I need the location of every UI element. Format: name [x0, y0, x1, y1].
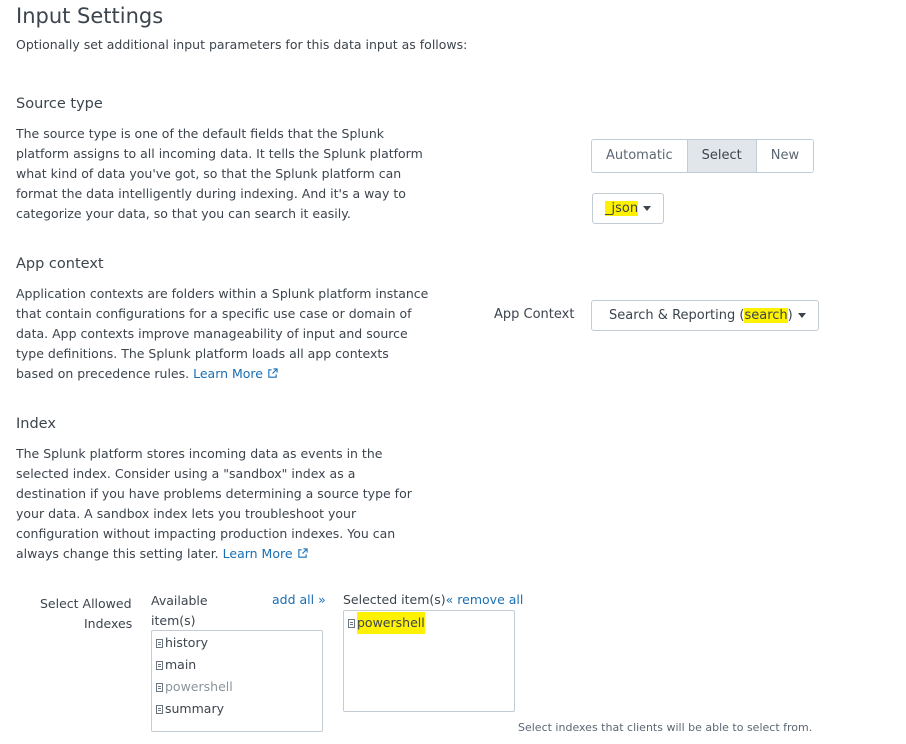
app-context-line: Application contexts are folders within …: [16, 286, 429, 301]
caret-down-icon: [643, 206, 652, 211]
page-title: Input Settings: [16, 4, 164, 28]
document-icon: [348, 618, 355, 628]
add-all-link[interactable]: add all »: [272, 592, 326, 607]
source-type-mode-toggle: Automatic Select New: [591, 139, 815, 173]
list-item-label: main: [165, 657, 197, 672]
learn-more-label: Learn More: [193, 366, 263, 381]
list-item[interactable]: main: [152, 654, 322, 676]
index-line: destination if you have problems determi…: [16, 486, 412, 501]
app-context-line: based on precedence rules.: [16, 366, 190, 381]
source-type-line: platform assigns to all incoming data. I…: [16, 146, 423, 161]
available-items-list[interactable]: history main powershell summary: [151, 630, 323, 732]
app-context-dropdown[interactable]: Search & Reporting (search): [591, 300, 819, 331]
app-context-description: Application contexts are folders within …: [16, 284, 428, 384]
selected-items-header: Selected item(s)« remove all: [343, 592, 523, 607]
source-type-line: The source type is one of the default fi…: [16, 126, 384, 141]
source-type-value: _json: [605, 201, 639, 216]
app-context-line: data. App contexts improve manageability…: [16, 326, 408, 341]
select-button[interactable]: Select: [687, 140, 757, 172]
app-context-heading: App context: [16, 256, 104, 272]
available-header-line: Available: [151, 593, 208, 608]
document-icon: [156, 704, 163, 714]
app-context-label: App Context: [494, 307, 575, 322]
list-item[interactable]: powershell: [152, 676, 322, 698]
list-item-label: powershell: [357, 612, 425, 634]
app-context-learn-more-link[interactable]: Learn More: [193, 366, 278, 381]
allowed-indexes-label-line2: Indexes: [84, 616, 133, 631]
index-last-line: always change this setting later. Learn …: [16, 544, 412, 564]
caret-down-icon: [797, 313, 806, 318]
index-line: always change this setting later.: [16, 546, 219, 561]
source-type-heading: Source type: [16, 96, 103, 112]
new-button[interactable]: New: [756, 140, 814, 172]
app-context-value-highlight: search: [744, 308, 788, 323]
app-context-line: that contain configurations for a specif…: [16, 306, 412, 321]
source-type-description: The source type is one of the default fi…: [16, 124, 423, 224]
source-type-line: categorize your data, so that you can se…: [16, 206, 351, 221]
page-subtitle: Optionally set additional input paramete…: [16, 37, 468, 52]
app-context-last-line: based on precedence rules. Learn More: [16, 364, 428, 384]
allowed-indexes-help-text: Select indexes that clients will be able…: [518, 721, 813, 734]
document-icon: [156, 660, 163, 670]
index-line: configuration without impacting producti…: [16, 526, 396, 541]
document-icon: [156, 638, 163, 648]
index-learn-more-link[interactable]: Learn More: [223, 546, 308, 561]
automatic-button[interactable]: Automatic: [592, 140, 688, 172]
source-type-line: format the data intelligently during ind…: [16, 186, 406, 201]
learn-more-label: Learn More: [222, 546, 293, 561]
list-item-label: summary: [165, 701, 224, 716]
app-context-line: type definitions. The Splunk platform lo…: [16, 346, 389, 361]
list-item[interactable]: history: [152, 632, 322, 654]
available-items-header: Available item(s): [151, 591, 208, 631]
list-item[interactable]: summary: [152, 698, 322, 720]
selected-items-list[interactable]: powershell: [343, 610, 515, 712]
document-icon: [156, 682, 163, 692]
index-line: The Splunk platform stores incoming data…: [16, 446, 383, 461]
index-description: The Splunk platform stores incoming data…: [16, 444, 412, 564]
index-line: your data. A sandbox index lets you trou…: [16, 506, 357, 521]
app-context-value-close: ): [787, 308, 793, 323]
external-link-icon: [268, 368, 278, 378]
allowed-indexes-label-line1: Select Allowed: [40, 596, 132, 611]
list-item-label: history: [165, 635, 208, 650]
index-line: selected index. Consider using a "sandbo…: [16, 466, 356, 481]
index-heading: Index: [16, 416, 56, 432]
available-header-line: item(s): [151, 613, 196, 628]
list-item-label: powershell: [165, 679, 233, 694]
list-item[interactable]: powershell: [344, 612, 514, 634]
remove-all-link[interactable]: « remove all: [446, 592, 524, 607]
source-type-line: what kind of data you've got, so that th…: [16, 166, 402, 181]
selected-header-label: Selected item(s): [343, 592, 446, 607]
source-type-dropdown[interactable]: _json: [592, 193, 665, 224]
app-context-value: Search & Reporting (: [609, 308, 745, 323]
external-link-icon: [297, 548, 308, 558]
